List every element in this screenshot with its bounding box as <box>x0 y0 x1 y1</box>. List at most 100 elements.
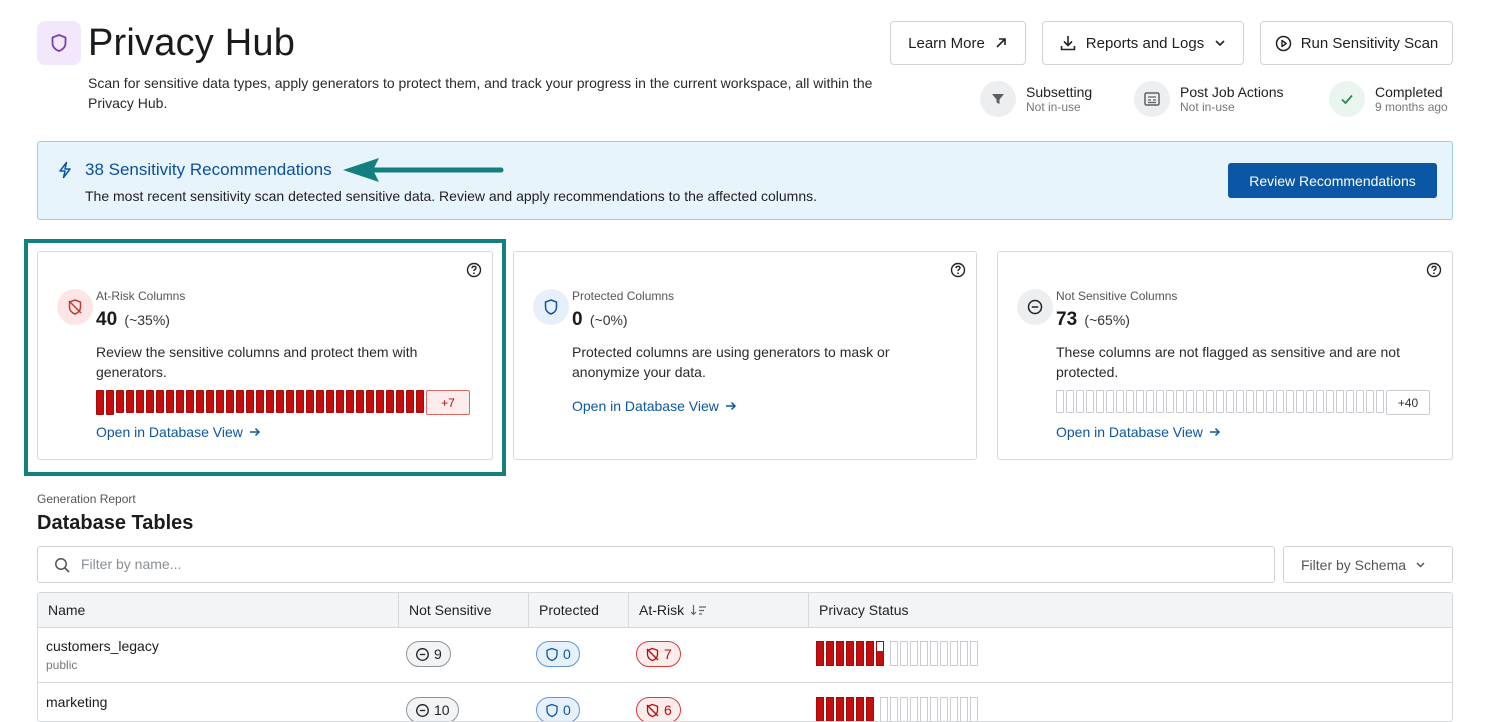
not-sensitive-cells <box>1056 390 1386 415</box>
help-icon[interactable] <box>950 262 966 278</box>
column-header-label: At-Risk <box>639 602 685 618</box>
column-cell <box>1176 390 1184 413</box>
page-description: Scan for sensitive data types, apply gen… <box>88 75 873 111</box>
table-row[interactable]: marketing 10 0 6 <box>38 683 1452 721</box>
run-sensitivity-scan-button[interactable]: Run Sensitivity Scan <box>1260 21 1453 65</box>
column-cell <box>1346 390 1354 413</box>
column-cell <box>1136 390 1144 413</box>
column-cell <box>1286 390 1294 413</box>
not-sensitive-cell <box>890 641 898 666</box>
column-cell <box>1256 390 1264 413</box>
not-sensitive-cell <box>970 697 978 721</box>
not-sensitive-cell <box>950 641 958 666</box>
column-header-name[interactable]: Name <box>38 593 398 627</box>
reports-and-logs-button[interactable]: Reports and Logs <box>1042 21 1244 65</box>
column-cell <box>1366 390 1374 413</box>
at-risk-cell <box>826 697 834 721</box>
card-percent: (~0%) <box>589 312 628 328</box>
shield-icon <box>533 289 569 325</box>
not-sensitive-cell <box>960 697 968 721</box>
badge-count: 0 <box>563 646 571 662</box>
column-cell <box>1276 390 1284 413</box>
column-cell <box>1376 390 1384 413</box>
card-count-value: 0 <box>572 309 583 330</box>
column-cell <box>1116 390 1124 413</box>
column-cell <box>1066 390 1074 413</box>
column-cell <box>1326 390 1334 413</box>
column-cell <box>1126 390 1134 413</box>
column-cell <box>1216 390 1224 413</box>
table-row[interactable]: customers_legacy public 9 0 7 <box>38 627 1452 683</box>
column-header-privacy-status[interactable]: Privacy Status <box>808 593 1452 627</box>
shield-icon <box>546 647 558 661</box>
sort-descending-icon[interactable] <box>690 604 708 616</box>
status-label: Subsetting <box>1026 83 1093 100</box>
external-arrow-icon <box>996 38 1006 48</box>
shield-off-icon <box>646 703 659 717</box>
card-count: 0 (~0%) <box>572 309 628 331</box>
column-cell <box>1186 390 1194 413</box>
section-label: Generation Report <box>37 492 136 506</box>
run-sensitivity-scan-label: Run Sensitivity Scan <box>1300 34 1439 52</box>
not-sensitive-cell <box>880 697 888 721</box>
column-cell <box>1056 390 1064 413</box>
filter-icon <box>980 81 1016 117</box>
search-input[interactable] <box>79 555 1233 573</box>
column-cell <box>1306 390 1314 413</box>
learn-more-label: Learn More <box>908 34 985 52</box>
help-icon[interactable] <box>1426 262 1442 278</box>
review-recommendations-button[interactable]: Review Recommendations <box>1228 163 1437 198</box>
not-sensitive-cell-bar: +40 <box>1056 390 1430 415</box>
search-box <box>37 546 1275 583</box>
badge-count: 9 <box>434 646 442 662</box>
open-database-view-link[interactable]: Open in Database View <box>572 398 737 414</box>
minus-circle-icon <box>1017 289 1053 325</box>
badge-count: 7 <box>664 646 672 662</box>
overflow-count: +40 <box>1386 390 1430 415</box>
at-risk-cell <box>846 641 854 666</box>
not-sensitive-cell <box>960 641 968 666</box>
at-risk-cell <box>826 641 834 666</box>
section-title: Database Tables <box>37 512 194 534</box>
link-label: Open in Database View <box>1056 424 1203 440</box>
at-risk-cell <box>836 697 844 721</box>
link-label: Open in Database View <box>572 398 719 414</box>
not-sensitive-badge: 10 <box>406 697 459 721</box>
column-cell <box>1096 390 1104 413</box>
status-subsetting: Subsetting Not in-use <box>980 80 1092 118</box>
learn-more-button[interactable]: Learn More <box>890 21 1026 65</box>
recommendations-banner: 38 Sensitivity Recommendations The most … <box>37 141 1453 220</box>
table-name: marketing <box>46 694 108 710</box>
schema-name: public <box>46 658 78 672</box>
not-sensitive-cell <box>910 697 918 721</box>
recommendations-link[interactable]: 38 Sensitivity Recommendations <box>85 159 332 181</box>
column-cell <box>1226 390 1234 413</box>
filter-label: Filter by Schema <box>1301 556 1407 573</box>
card-label: Not Sensitive Columns <box>1056 289 1178 303</box>
badge-count: 10 <box>434 702 450 718</box>
card-label: Protected Columns <box>572 289 675 303</box>
database-tables-table: Name Not Sensitive Protected At-Risk Pri… <box>37 592 1453 722</box>
column-cell <box>1206 390 1214 413</box>
column-cell <box>1356 390 1364 413</box>
column-cell <box>1086 390 1094 413</box>
status-sub: 9 months ago <box>1375 99 1448 114</box>
at-risk-cell <box>836 641 844 666</box>
privacy-status-bar <box>816 697 980 721</box>
badge-count: 0 <box>563 702 571 718</box>
column-cell <box>1236 390 1244 413</box>
column-header-not-sensitive[interactable]: Not Sensitive <box>398 593 528 627</box>
filter-by-schema-dropdown[interactable]: Filter by Schema <box>1283 546 1453 583</box>
not-sensitive-cell <box>920 641 928 666</box>
column-cell <box>1296 390 1304 413</box>
status-post-job-actions: Post Job Actions Not in-use <box>1134 80 1284 118</box>
open-database-view-link[interactable]: Open in Database View <box>1056 424 1221 440</box>
banner-text: The most recent sensitivity scan detecte… <box>85 188 818 204</box>
column-header-at-risk[interactable]: At-Risk <box>628 593 808 627</box>
column-cell <box>1166 390 1174 413</box>
status-sub: Not in-use <box>1180 99 1235 114</box>
column-header-protected[interactable]: Protected <box>528 593 628 627</box>
chevron-down-icon <box>1416 562 1425 568</box>
card-description: These columns are not flagged as sensiti… <box>1056 344 1400 380</box>
not-sensitive-cell <box>950 697 958 721</box>
